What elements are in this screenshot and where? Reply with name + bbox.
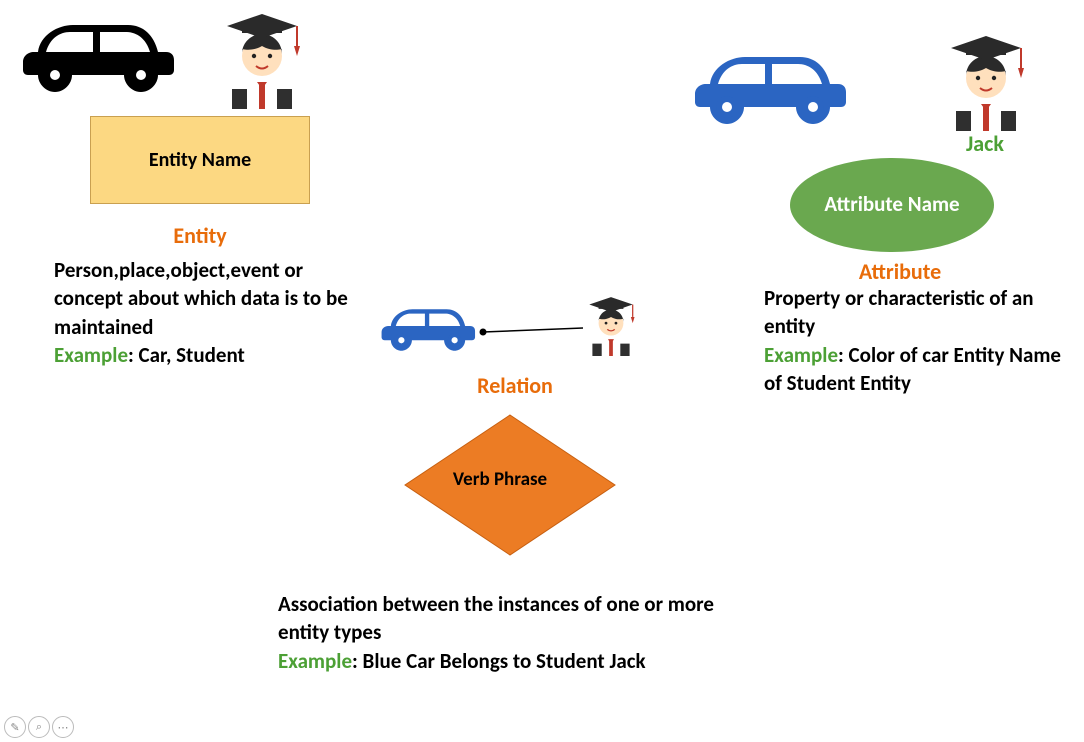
entity-shape: Entity Name (90, 116, 310, 204)
student-small-icon (580, 290, 642, 365)
attribute-shape: Attribute Name (790, 158, 994, 252)
entity-example-label: Example (54, 342, 128, 368)
relation-line (478, 322, 588, 347)
entity-desc-text: Person,place,object,event or concept abo… (54, 257, 348, 340)
entity-title: Entity (150, 222, 250, 249)
blue-car-icon (690, 42, 850, 131)
blue-car-small-icon (378, 300, 478, 357)
attribute-description: Property or characteristic of an entity … (764, 284, 1074, 397)
relation-description: Association between the instances of one… (278, 590, 758, 675)
entity-box-label: Entity Name (149, 148, 251, 172)
tool-icon-1[interactable]: ✎ (4, 716, 26, 738)
zoom-icon[interactable]: ⌕ (28, 716, 50, 738)
footer-tools: ✎ ⌕ ⋯ (4, 716, 74, 738)
entity-description: Person,place,object,event or concept abo… (54, 256, 354, 369)
entity-example-value: : Car, Student (128, 342, 245, 368)
attribute-oval-label: Attribute Name (824, 192, 959, 217)
relation-example-label: Example (278, 648, 352, 674)
relation-shape: Verb Phrase (400, 410, 600, 550)
more-icon[interactable]: ⋯ (52, 716, 74, 738)
attribute-title: Attribute (840, 258, 960, 285)
student-icon (212, 4, 312, 119)
student-icon-right (936, 26, 1036, 141)
attribute-example-label: Example (764, 342, 838, 368)
relation-desc-text: Association between the instances of one… (278, 591, 714, 645)
diamond-label: Verb Phrase (453, 469, 547, 491)
black-car-icon (18, 10, 178, 99)
relation-example-value: : Blue Car Belongs to Student Jack (352, 648, 646, 674)
relation-title: Relation (460, 372, 570, 399)
attribute-person-name: Jack (966, 130, 1004, 157)
attribute-desc-text: Property or characteristic of an entity (764, 285, 1034, 339)
